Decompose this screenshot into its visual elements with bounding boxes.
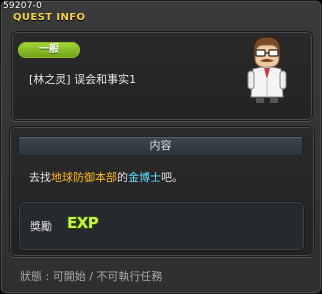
content-text: 去找地球防御本部的金博士吧。: [29, 169, 183, 185]
content-text-mid: 的: [117, 171, 128, 184]
quest-name: [林之灵] 误会和事实1: [29, 73, 137, 86]
quest-info-window: 59207-0 QUEST INFO 一般 [林之灵] 误会和事实1 内容 去找…: [0, 0, 322, 294]
reward-box: [18, 201, 305, 251]
content-text-before: 去找: [29, 171, 51, 184]
reward-label: 獎勵: [30, 220, 52, 233]
quest-id: 59207-0: [3, 1, 43, 11]
location-link[interactable]: 地球防御本部: [51, 171, 117, 184]
content-text-after: 吧。: [161, 171, 183, 184]
exp-reward-icon: EXP: [67, 214, 99, 232]
content-header: 内容: [18, 136, 303, 156]
npc-link[interactable]: 金博士: [128, 171, 161, 184]
npc-portrait-icon: [247, 36, 287, 106]
window-title: QUEST INFO: [13, 12, 86, 23]
quest-status: 狀態 : 可開始 / 不可執行任務: [20, 270, 163, 283]
quest-category-badge: 一般: [18, 42, 80, 58]
